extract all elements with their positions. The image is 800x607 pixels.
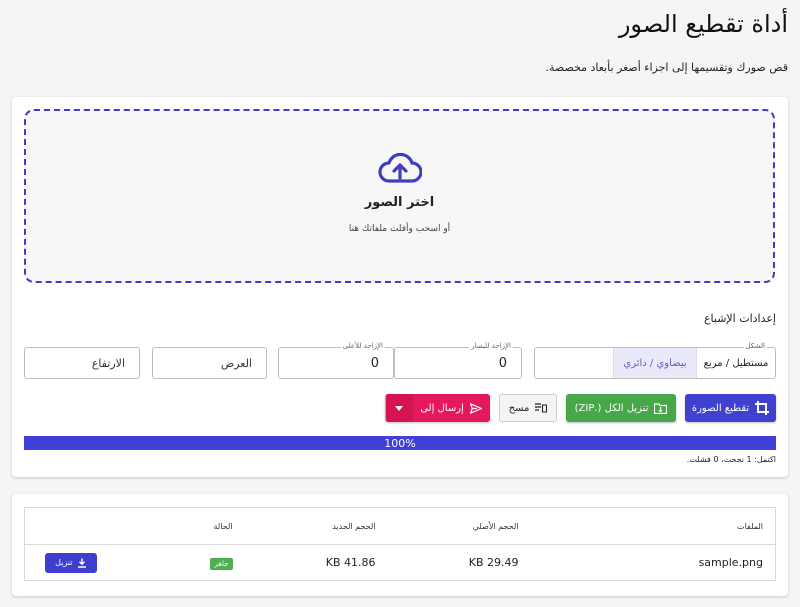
results-card: الملفات الحجم الأصلي الحجم الجديد الحالة… <box>12 494 788 596</box>
results-table: الملفات الحجم الأصلي الحجم الجديد الحالة… <box>24 507 776 581</box>
progress-label: 100% <box>384 436 416 450</box>
cloud-upload-icon <box>377 152 422 183</box>
header-new-size: الحجم الجديد <box>244 507 388 545</box>
crop-button[interactable]: تقطيع الصورة <box>685 394 776 422</box>
offset-x-label: الإزاحة لليسار <box>469 341 513 351</box>
shape-label: الشكل <box>743 341 767 351</box>
new-size: KB 41.86 <box>325 556 376 569</box>
action-cell: تنزيل <box>25 545 135 581</box>
dropzone-title: اختر الصور <box>364 195 435 210</box>
table-row: sample.png KB 29.49 KB 41.86 جاهز تنزيل <box>25 545 776 581</box>
caret-down-icon <box>395 405 403 411</box>
dropzone-subtitle: أو اسحب وأفلت ملفاتك هنا <box>348 224 451 234</box>
width-placeholder: العرض <box>220 356 252 370</box>
height-input[interactable]: الارتفاع <box>24 347 140 379</box>
settings-title: إعدادات الإشباع <box>703 312 776 325</box>
page-subtitle: قص صورك وتقسيمها إلى اجزاء أصغر بأبعاد م… <box>545 61 788 74</box>
clear-button[interactable]: مسح <box>499 394 557 422</box>
download-zip-button[interactable]: تنزيل الكل (.ZIP) <box>566 394 676 422</box>
shape-option-rectangle[interactable]: مستطيل / مربع <box>697 348 775 378</box>
status-cell: جاهز <box>135 545 245 581</box>
send-to-label: إرسال إلى <box>420 402 464 414</box>
file-dropzone[interactable]: اختر الصور أو اسحب وأفلت ملفاتك هنا <box>24 109 775 283</box>
crop-button-label: تقطيع الصورة <box>691 402 750 414</box>
clear-list-icon <box>535 403 548 413</box>
send-icon <box>469 402 482 414</box>
header-status: الحالة <box>134 507 245 545</box>
file-name: sample.png <box>698 556 763 569</box>
offset-x-field[interactable]: الإزاحة لليسار 0 <box>394 341 522 379</box>
progress-bar: 100% <box>24 436 776 450</box>
settings-card: اختر الصور أو اسحب وأفلت ملفاتك هنا إعدا… <box>12 97 788 477</box>
shape-option-ellipse[interactable]: بيضاوي / دائري <box>613 348 697 378</box>
header-files: الملفات <box>530 507 776 545</box>
progress-status: اكتمل: 1 نجحت، 0 فشلت. <box>686 455 776 464</box>
row-download-label: تنزيل <box>55 558 73 567</box>
offset-y-value: 0 <box>370 355 379 371</box>
original-size: KB 29.49 <box>468 556 519 569</box>
offset-x-value: 0 <box>498 355 507 371</box>
download-zip-label: تنزيل الكل (.ZIP) <box>574 402 649 414</box>
header-original-size: الحجم الأصلي <box>387 507 531 545</box>
download-icon <box>77 558 87 568</box>
page-title: أداة تقطيع الصور <box>618 10 788 38</box>
header-actions <box>24 507 135 545</box>
send-to-button[interactable]: إرسال إلى <box>412 394 490 422</box>
crop-icon <box>755 401 770 415</box>
folder-download-icon <box>654 402 668 414</box>
offset-y-field[interactable]: الإزاحة للأعلى 0 <box>278 341 394 379</box>
send-to-dropdown[interactable] <box>385 394 412 422</box>
status-badge: جاهز <box>210 557 233 570</box>
clear-button-label: مسح <box>508 402 530 414</box>
shape-toggle: الشكل مستطيل / مربع بيضاوي / دائري <box>534 341 776 379</box>
table-header-row: الملفات الحجم الأصلي الحجم الجديد الحالة <box>24 507 776 545</box>
width-input[interactable]: العرض <box>152 347 267 379</box>
row-download-button[interactable]: تنزيل <box>45 552 97 573</box>
offset-y-label: الإزاحة للأعلى <box>340 341 385 351</box>
height-placeholder: الارتفاع <box>91 356 125 370</box>
